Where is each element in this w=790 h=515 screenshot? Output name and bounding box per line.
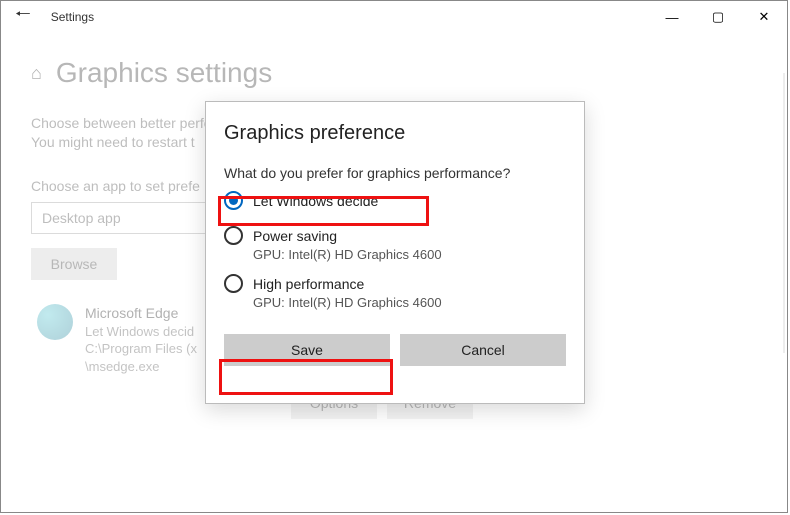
page-desc-line2: You might need to restart t	[31, 134, 195, 150]
app-path-line1: C:\Program Files (x	[85, 340, 197, 358]
back-arrow-icon[interactable]: 🠐	[15, 2, 31, 32]
power-saving-gpu-label: GPU: Intel(R) HD Graphics 4600	[253, 247, 566, 262]
radio-label: Power saving	[253, 228, 337, 244]
high-performance-gpu-label: GPU: Intel(R) HD Graphics 4600	[253, 295, 566, 310]
dialog-question: What do you prefer for graphics performa…	[224, 165, 566, 181]
home-icon: ⌂	[31, 63, 42, 84]
dropdown-value: Desktop app	[42, 210, 121, 226]
scrollbar[interactable]	[783, 73, 785, 353]
close-button[interactable]: ✕	[741, 1, 787, 33]
radio-label: High performance	[253, 276, 364, 292]
app-path-line2: \msedge.exe	[85, 358, 197, 376]
dialog-title: Graphics preference	[224, 122, 566, 145]
settings-window: 🠐 Settings — ▢ ✕ ⌂ Graphics settings Cho…	[0, 0, 788, 513]
minimize-button[interactable]: —	[649, 1, 695, 33]
browse-button[interactable]: Browse	[31, 248, 117, 280]
maximize-button[interactable]: ▢	[695, 1, 741, 33]
edge-icon	[37, 304, 73, 340]
graphics-preference-dialog: Graphics preference What do you prefer f…	[205, 101, 585, 404]
radio-icon	[224, 191, 243, 210]
save-button[interactable]: Save	[224, 334, 390, 366]
radio-power-saving[interactable]: Power saving	[224, 226, 566, 245]
radio-icon	[224, 226, 243, 245]
titlebar-label: Settings	[51, 10, 94, 24]
radio-icon	[224, 274, 243, 293]
radio-label: Let Windows decide	[253, 193, 378, 209]
titlebar: 🠐 Settings — ▢ ✕	[1, 1, 787, 33]
radio-high-performance[interactable]: High performance	[224, 274, 566, 293]
app-pref: Let Windows decid	[85, 323, 197, 341]
cancel-button[interactable]: Cancel	[400, 334, 566, 366]
radio-let-windows-decide[interactable]: Let Windows decide	[224, 191, 566, 210]
app-name: Microsoft Edge	[85, 304, 197, 323]
page-title: Graphics settings	[56, 57, 272, 89]
